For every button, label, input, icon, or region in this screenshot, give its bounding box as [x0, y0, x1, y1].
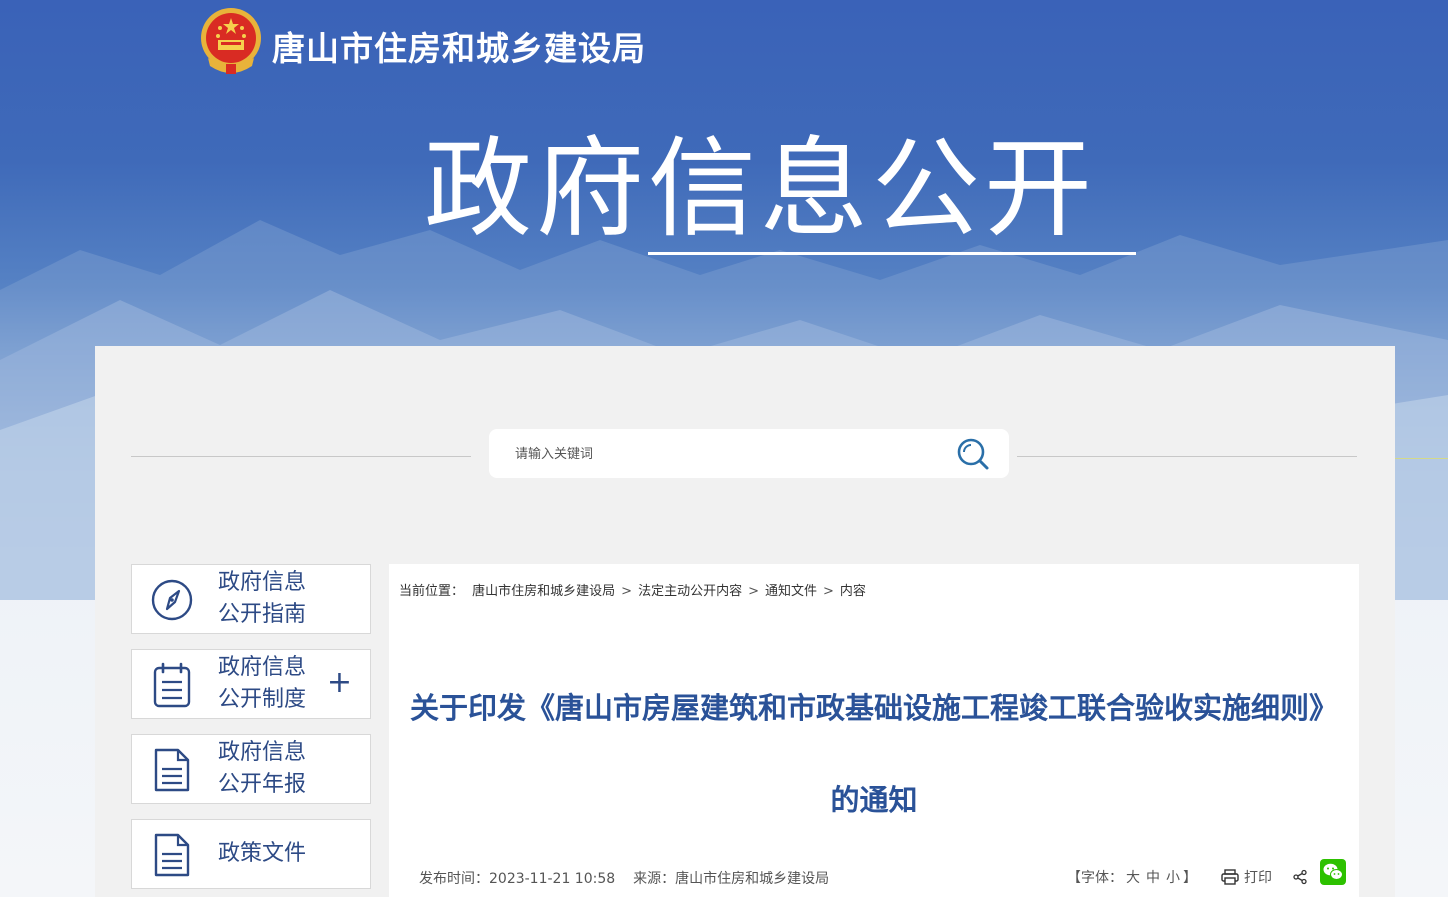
expand-plus-icon[interactable]: +	[327, 668, 352, 698]
article-meta: 发布时间：2023-11-21 10:58 来源：唐山市住房和城乡建设局	[419, 868, 829, 888]
font-size-large-button[interactable]: 大	[1126, 867, 1140, 887]
print-label: 打印	[1244, 870, 1272, 886]
source-label: 来源：	[633, 871, 676, 887]
sidebar-item-label: 政府信息 公开年报	[218, 740, 307, 797]
sidebar-item-policy-documents[interactable]: 政策文件	[131, 819, 371, 889]
source-value: 唐山市住房和城乡建设局	[675, 871, 830, 887]
article-title: 关于印发《唐山市房屋建筑和市政基础设施工程竣工联合验收实施细则》的通知	[409, 691, 1338, 817]
wechat-share-button[interactable]	[1320, 859, 1346, 885]
breadcrumb-current: 内容	[839, 584, 866, 599]
sidebar-item-label: 政府信息 公开制度	[218, 655, 307, 712]
breadcrumb-separator: >	[823, 584, 834, 599]
compass-icon	[151, 579, 193, 621]
site-name: 唐山市住房和城乡建设局	[272, 29, 646, 68]
breadcrumb-link[interactable]: 法定主动公开内容	[638, 584, 742, 599]
divider-line	[131, 456, 471, 457]
font-size-small-button[interactable]: 小	[1166, 867, 1180, 887]
wechat-icon	[1320, 859, 1346, 885]
sidebar-item-guide[interactable]: 政府信息 公开指南	[131, 564, 371, 634]
clipboard-icon	[153, 662, 191, 708]
sidebar-item-label: 政策文件	[218, 841, 307, 866]
publish-time: 2023-11-21 10:58	[489, 871, 616, 887]
share-icon	[1293, 869, 1307, 885]
printer-icon	[1221, 869, 1239, 885]
breadcrumb: 当前位置： 唐山市住房和城乡建设局 > 法定主动公开内容 > 通知文件 > 内容	[399, 580, 870, 599]
divider-line	[1017, 456, 1357, 457]
national-emblem-logo	[201, 8, 261, 74]
document-icon	[154, 748, 190, 792]
sidebar-item-annual-report[interactable]: 政府信息 公开年报	[131, 734, 371, 804]
breadcrumb-link[interactable]: 通知文件	[765, 584, 817, 599]
hero-underline	[648, 252, 1136, 255]
search-icon[interactable]	[955, 436, 991, 472]
breadcrumb-prefix: 当前位置：	[399, 584, 465, 599]
article-content: 当前位置： 唐山市住房和城乡建设局 > 法定主动公开内容 > 通知文件 > 内容 关于印发《…	[389, 564, 1359, 897]
breadcrumb-separator: >	[748, 584, 759, 599]
breadcrumb-link[interactable]: 唐山市住房和城乡建设局	[472, 584, 615, 599]
document-icon	[154, 833, 190, 877]
divider-line	[1395, 458, 1448, 459]
font-size-prefix: 【字体：	[1067, 870, 1123, 886]
hero-title: 政府信息公开	[424, 127, 1097, 252]
sidebar-item-label: 政府信息 公开指南	[218, 570, 307, 627]
search-bar	[489, 429, 1009, 478]
share-button[interactable]	[1292, 869, 1308, 885]
font-size-medium-button[interactable]: 中	[1146, 867, 1160, 887]
print-button[interactable]: 打印	[1221, 867, 1272, 887]
search-input[interactable]	[513, 439, 937, 469]
sidebar-item-system[interactable]: 政府信息 公开制度 +	[131, 649, 371, 719]
breadcrumb-separator: >	[621, 584, 633, 599]
font-size-suffix: 】	[1183, 870, 1197, 886]
publish-time-label: 发布时间：	[419, 871, 489, 887]
article-tools: 【字体： 大 中 小 】 打印	[1067, 859, 1346, 890]
